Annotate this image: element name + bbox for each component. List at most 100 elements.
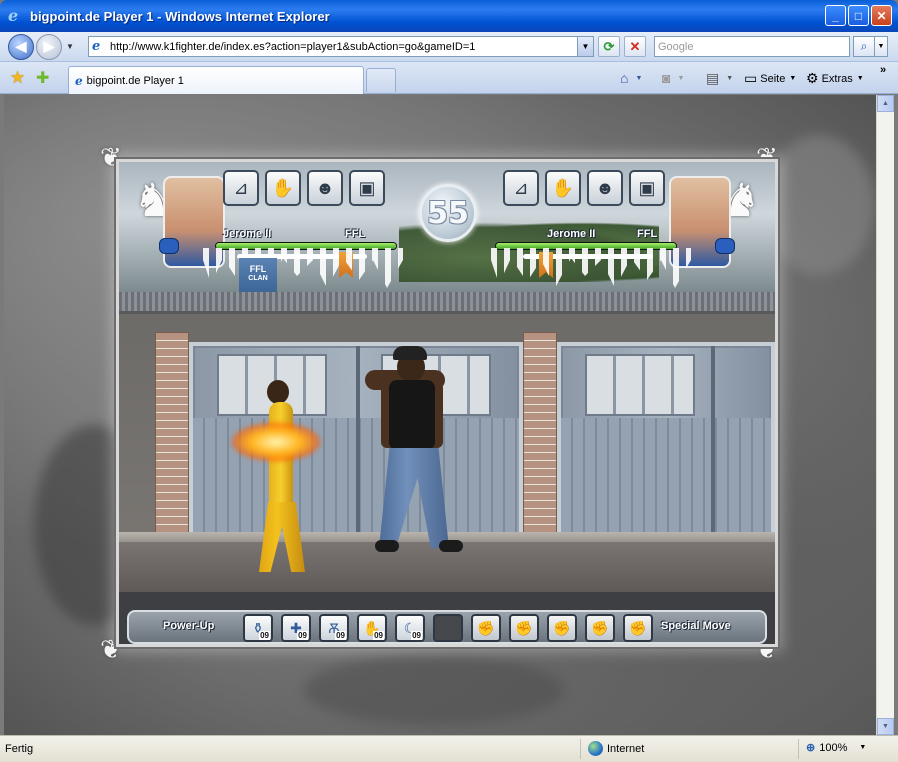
brick-pillar [155,332,189,542]
tab-bar: ★ ✚ e bigpoint.de Player 1 ⌂ ▼ ◙ ▼ ▤ ▼ ▭ Sei… [0,62,898,94]
rss-icon: ◙ [662,70,671,86]
search-input[interactable]: Google [654,36,850,57]
kick-icon[interactable]: ⊿ [223,170,259,206]
headbutt-icon[interactable]: ☻ [307,170,343,206]
headbutt-icon[interactable]: ☻ [587,170,623,206]
bottle-icon[interactable]: ⚱ 09 [243,614,273,642]
stop-button[interactable]: ✕ [624,36,646,57]
boxing-glove-icon [715,238,735,254]
url-text[interactable]: http://www.k1fighter.de/index.es?action=… [110,41,475,53]
powerup-label: Power-Up [163,620,215,632]
door-divider [711,346,715,538]
round-timer: 55 [419,184,477,242]
home-button[interactable]: ⌂ ▼ [620,70,642,86]
search-icon[interactable]: ⌕ [853,36,875,57]
status-bar: Fertig Internet ⊕ 100% ▼ [0,735,898,762]
status-divider [798,739,799,759]
left-player-tag: FFL [345,228,366,240]
tab-bigpoint-player[interactable]: e bigpoint.de Player 1 [68,66,364,94]
kick-icon[interactable]: ⊿ [503,170,539,206]
fighter-right-shoe [375,540,399,552]
ie-logo-icon: e [8,6,19,25]
zone-label: Internet [607,742,645,755]
left-player-name: Jerome II [223,228,272,240]
zoom-level: 100% [819,741,848,754]
punch-icon[interactable]: ✋ [545,170,581,206]
fighter-right-cap [393,346,427,360]
address-bar: ◀ ▶ ▼ e http://www.k1fighter.de/index.es… [0,32,898,62]
search-options-dropdown[interactable]: ▼ [875,36,888,57]
maximize-button[interactable]: □ [848,5,869,26]
vertical-scrollbar[interactable]: ▲ ▼ [876,95,894,735]
url-dropdown-button[interactable]: ▼ [577,37,593,56]
zoom-icon: ⊕ [806,742,816,754]
favorites-star-icon[interactable]: ★ [10,68,25,88]
new-tab-button[interactable] [366,68,396,92]
printer-icon: ▤ [706,70,720,86]
refresh-button[interactable]: ⟳ [598,36,620,57]
security-zone[interactable]: Internet [588,741,644,756]
scroll-down-button[interactable]: ▼ [877,718,894,735]
back-button[interactable]: ◀ [8,33,34,60]
belt-icon[interactable]: Ѫ 09 [319,614,349,642]
blade-icon[interactable]: ☾ 09 [395,614,425,642]
powerup-count: 09 [297,631,308,640]
toolbar-overflow-button[interactable]: » [880,64,886,76]
minimize-button[interactable]: _ [825,5,846,26]
door-divider [356,346,360,538]
fighter-left-head [267,380,289,404]
game-hud: ♞ ♞ ⊿ ✋ ☻ ▣ ⊿ ✋ ☻ ▣ 55 Jerome II FFL Jer… [119,162,775,300]
page-viewport: ❦ ❦ ❦ ❦ ♞ ♞ ⊿ ✋ ☻ ▣ ⊿ ✋ ☻ ▣ 55 Jerome II… [4,95,876,735]
fire-effect [231,422,321,462]
scroll-up-button[interactable]: ▲ [877,95,894,112]
power-bar: Power-Up ⚱ 09 ✚ 09 Ѫ 09 ✋ 09 ☾ 09 ✊ ✊ ✊ ✊ ✊ S… [127,610,767,644]
tab-page-icon: e [75,73,83,88]
page-icon: ▭ [744,70,758,86]
door-planks [561,418,771,538]
close-button[interactable]: ✕ [871,5,892,26]
page-menu[interactable]: ▭ Seite ▼ [744,70,796,87]
zoom-control[interactable]: ⊕ 100% ▼ [806,741,866,755]
add-favorites-icon[interactable]: ✚ [36,68,49,88]
garage-roof [119,292,775,314]
bandage-icon[interactable]: ✚ 09 [281,614,311,642]
globe-icon [588,741,603,756]
fist-icon[interactable]: ✊ [471,614,501,642]
recent-pages-dropdown[interactable]: ▼ [66,42,74,51]
fist-icon[interactable]: ✊ [547,614,577,642]
title-bar: e bigpoint.de Player 1 - Windows Interne… [0,0,898,32]
print-button[interactable]: ▤ ▼ [706,70,733,87]
forward-button[interactable]: ▶ [36,33,62,60]
status-text: Fertig [5,743,34,755]
fist-icon[interactable]: ✊ [509,614,539,642]
powerup-count: 09 [373,631,384,640]
window-controls: _ □ ✕ [825,5,892,26]
glove-icon[interactable]: ✋ 09 [357,614,387,642]
punch-icon[interactable]: ✋ [265,170,301,206]
fist-icon[interactable]: ✊ [585,614,615,642]
url-field[interactable]: e http://www.k1fighter.de/index.es?actio… [88,36,594,57]
right-player-name: Jerome II [547,228,596,240]
tools-menu[interactable]: ⚙ Extras ▼ [806,70,864,87]
icicle-decoration [491,248,691,288]
icicle-decoration [203,248,403,288]
empty-powerup-slot[interactable] [433,614,463,642]
search-placeholder: Google [658,40,694,53]
game-canvas[interactable]: ♞ ♞ ⊿ ✋ ☻ ▣ ⊿ ✋ ☻ ▣ 55 Jerome II FFL Jer… [116,159,778,647]
block-icon[interactable]: ▣ [629,170,665,206]
fight-scene [119,292,775,592]
page-icon: e [92,38,101,54]
feeds-button[interactable]: ◙ ▼ [662,70,684,86]
fist-icon[interactable]: ✊ [623,614,653,642]
home-icon: ⌂ [620,70,629,86]
garage-window [585,354,695,416]
tab-label: bigpoint.de Player 1 [86,74,184,87]
block-icon[interactable]: ▣ [349,170,385,206]
tools-menu-label: Extras [821,72,853,85]
clan-badge-title: FFL [249,264,267,274]
status-divider [580,739,581,759]
special-move-label: Special Move [661,620,731,632]
window-title: bigpoint.de Player 1 - Windows Internet … [30,8,330,24]
gear-icon: ⚙ [806,70,819,86]
powerup-count: 09 [259,631,270,640]
